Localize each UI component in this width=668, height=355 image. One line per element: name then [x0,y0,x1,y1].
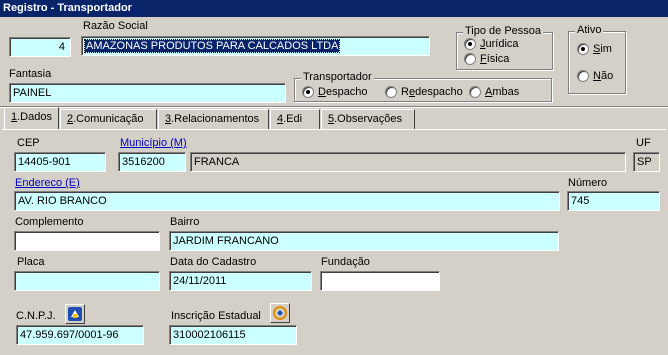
receita-federal-icon-graphic [68,307,82,321]
radio-juridica-indicator [464,38,476,50]
tab-observacoes-label: .Observações [334,113,402,125]
radio-despacho-mnemonic: D [318,86,326,98]
numero-label: Número [568,177,608,189]
tab-dados[interactable]: 1.Dados [4,107,59,129]
data-cadastro-label: Data do Cadastro [170,256,257,268]
ativo-title: Ativo [575,24,604,36]
window-title: Registro - Transportador [0,0,668,17]
receita-federal-icon[interactable] [65,304,85,324]
radio-redespacho-prefix: R [401,86,409,98]
radio-nao-label: ão [600,70,614,82]
municipio-code-field[interactable]: 3516200 [118,152,186,172]
ie-field[interactable]: 310002106115 [169,325,297,345]
tipo-pessoa-title: Tipo de Pessoa [463,25,544,37]
radio-fisica-mnemonic: F [480,53,487,65]
placa-label: Placa [17,256,45,268]
radio-redespacho-label: despacho [415,86,463,98]
radio-redespacho[interactable]: Re despacho [385,86,463,98]
cnpj-field[interactable]: 47.959.697/0001-96 [16,325,144,345]
header-separator [0,106,668,108]
razao-social-field[interactable]: AMAZONAS PRODUTOS PARA CALCADOS LTDA [81,36,430,56]
radio-despacho-label: espacho [325,86,368,98]
fundacao-field[interactable] [320,271,440,291]
radio-ambas-mnemonic: A [485,86,493,98]
radio-fisica[interactable]: Física [464,53,509,65]
bairro-label: Bairro [170,216,200,228]
numero-field[interactable]: 745 [567,191,660,211]
codigo-field[interactable]: 4 [9,37,71,57]
fantasia-label: Fantasia [9,68,52,80]
radio-fisica-label: ísica [486,53,510,65]
cep-field[interactable]: 14405-901 [14,152,106,172]
radio-despacho[interactable]: Despacho [302,86,368,98]
transportador-title: Transportador [301,71,374,83]
data-cadastro-field[interactable]: 24/11/2011 [169,271,312,291]
radio-sim-indicator [577,43,589,55]
fantasia-field[interactable]: PAINEL [9,83,286,103]
radio-sim[interactable]: Sim [577,43,612,55]
uf-label: UF [636,137,651,149]
cep-label: CEP [17,137,40,149]
radio-ambas-label: mbas [492,86,520,98]
uf-field: SP [633,152,660,172]
radio-ambas[interactable]: Ambas [469,86,519,98]
municipio-link[interactable]: Município (M) [120,137,187,149]
tab-edi[interactable]: 4.Edi [270,109,320,129]
municipio-name-field: FRANCA [190,152,626,172]
tab-comunicacao[interactable]: 2.Comunicação [60,109,157,129]
tab-observacoes[interactable]: 5.Observações [321,109,415,129]
bairro-field[interactable]: JARDIM FRANCANO [169,231,559,251]
radio-nao-indicator [577,70,589,82]
sintegra-icon-graphic [273,306,287,320]
radio-fisica-indicator [464,53,476,65]
tab-relacionamentos[interactable]: 3.Relacionamentos [158,109,269,129]
tab-comunicacao-label: .Comunicação [73,113,144,125]
razao-social-label: Razão Social [83,20,148,32]
radio-juridica[interactable]: Jurídica [464,38,519,50]
tab-dados-label: .Dados [17,111,52,123]
tab-edi-label: .Edi [283,113,303,125]
tab-relacionamentos-label: .Relacionamentos [171,113,260,125]
radio-despacho-indicator [302,86,314,98]
fundacao-label: Fundação [321,256,370,268]
radio-nao-mnemonic: N [593,70,601,82]
complemento-label: Complemento [15,216,84,228]
cnpj-label: C.N.P.J. [16,310,56,322]
ativo-group: Ativo [568,24,626,94]
complemento-field[interactable] [14,231,160,251]
razao-social-value: AMAZONAS PRODUTOS PARA CALCADOS LTDA [83,39,341,53]
endereco-link[interactable]: Endereco (E) [15,177,80,189]
radio-sim-mnemonic: S [593,43,601,55]
endereco-field[interactable]: AV. RIO BRANCO [14,191,560,211]
placa-field[interactable] [14,271,160,291]
radio-juridica-label: urídica [485,38,519,50]
radio-sim-label: im [600,43,612,55]
radio-nao[interactable]: Não [577,70,613,82]
sintegra-icon[interactable] [270,303,290,323]
radio-redespacho-indicator [385,86,397,98]
ie-label: Inscrição Estadual [171,310,261,322]
radio-ambas-indicator [469,86,481,98]
